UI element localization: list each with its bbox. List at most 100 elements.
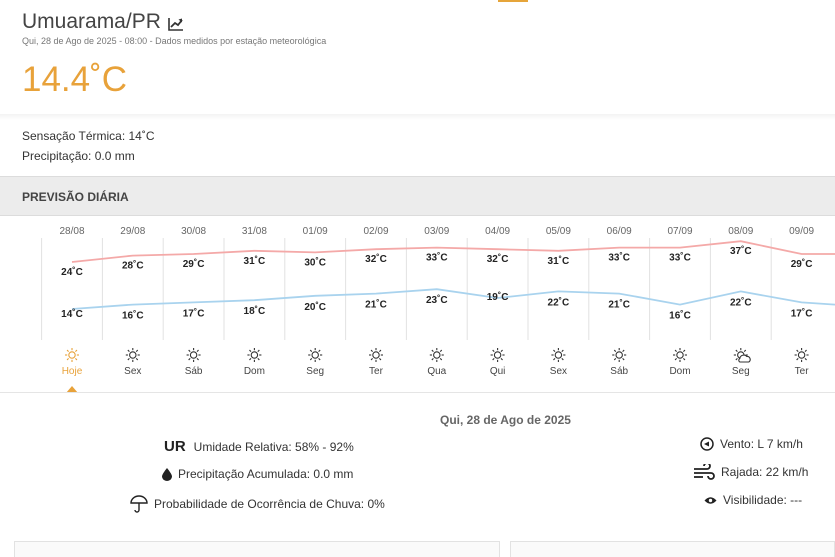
sun-icon bbox=[186, 348, 201, 362]
day-label: Ter bbox=[795, 366, 810, 377]
sun-icon bbox=[551, 348, 566, 362]
forecast-date: 28/08 bbox=[59, 226, 84, 237]
forecast-date: 06/09 bbox=[607, 226, 632, 237]
min-temp-label: 17˚C bbox=[791, 307, 813, 319]
gust-row: Rajada: 22 km/h bbox=[693, 464, 808, 480]
day-label: Sex bbox=[550, 366, 567, 377]
visibility-text: Visibilidade: --- bbox=[723, 493, 803, 507]
min-temp-label: 16˚C bbox=[669, 310, 691, 322]
forecast-date: 08/09 bbox=[728, 226, 753, 237]
wind-text: Vento: L 7 km/h bbox=[720, 437, 803, 451]
daily-forecast-chart: 28/08 24˚C 14˚C Hoje 29/08 28˚C 16˚C Sex 30/08 29… bbox=[0, 216, 835, 394]
max-temp-label: 31˚C bbox=[548, 255, 570, 267]
day-label: Seg bbox=[732, 366, 750, 377]
daily-forecast-header: PREVISÃO DIÁRIA bbox=[0, 176, 835, 216]
forecast-date: 30/08 bbox=[181, 226, 206, 237]
min-temp-label: 19˚C bbox=[487, 291, 509, 303]
precip-acc-row: Precipitação Acumulada: 0.0 mm bbox=[162, 467, 353, 481]
sun-icon bbox=[125, 348, 140, 362]
forecast-date: 31/08 bbox=[242, 226, 267, 237]
wind-direction-icon bbox=[700, 437, 714, 451]
feels-like: Sensação Térmica: 14˚C bbox=[22, 129, 155, 143]
day-label: Dom bbox=[669, 366, 690, 377]
sun-icon bbox=[247, 348, 262, 362]
ur-label: UR bbox=[164, 438, 186, 455]
max-temp-label: 31˚C bbox=[244, 255, 266, 267]
sun-icon bbox=[429, 348, 444, 362]
max-temp-label: 33˚C bbox=[608, 252, 630, 264]
max-temp-label: 28˚C bbox=[122, 260, 144, 272]
precip-acc-text: Precipitação Acumulada: 0.0 mm bbox=[178, 467, 354, 481]
bottom-card-left bbox=[14, 541, 500, 557]
forecast-chart-svg: 28/08 24˚C 14˚C Hoje 29/08 28˚C 16˚C Sex 30/08 29… bbox=[41, 226, 835, 377]
wind-gust-icon bbox=[693, 464, 715, 480]
detail-date: Qui, 28 de Ago de 2025 bbox=[440, 413, 571, 427]
subtitle: Qui, 28 de Ago de 2025 - 08:00 - Dados m… bbox=[22, 36, 327, 46]
min-temp-label: 21˚C bbox=[608, 299, 630, 311]
min-temp-label: 16˚C bbox=[122, 310, 144, 322]
day-label: Sáb bbox=[185, 366, 203, 377]
max-temp-label: 30˚C bbox=[304, 256, 326, 268]
min-temp-label: 14˚C bbox=[61, 308, 83, 320]
rain-prob-text: Probabilidade de Ocorrência de Chuva: 0% bbox=[154, 497, 385, 511]
day-label-selected: Hoje bbox=[62, 366, 83, 377]
bottom-card-right bbox=[510, 541, 835, 557]
eye-icon bbox=[704, 496, 717, 505]
precipitation: Precipitação: 0.0 mm bbox=[22, 149, 135, 163]
rain-prob-row: Probabilidade de Ocorrência de Chuva: 0% bbox=[130, 495, 385, 513]
max-temp-label: 29˚C bbox=[183, 258, 205, 270]
chart-line-icon[interactable] bbox=[167, 14, 185, 31]
sun-icon bbox=[65, 348, 79, 362]
humidity-row: UR Umidade Relativa: 58% - 92% bbox=[164, 438, 354, 455]
sun-icon bbox=[673, 348, 687, 362]
min-temp-label: 22˚C bbox=[548, 296, 570, 308]
forecast-date: 05/09 bbox=[546, 226, 571, 237]
min-temp-label: 22˚C bbox=[730, 296, 752, 308]
daily-forecast-title: PREVISÃO DIÁRIA bbox=[22, 190, 129, 204]
umbrella-icon bbox=[130, 495, 148, 513]
max-temp-label: 32˚C bbox=[487, 253, 509, 265]
day-label: Dom bbox=[244, 366, 265, 377]
forecast-date: 01/09 bbox=[303, 226, 328, 237]
forecast-date: 09/09 bbox=[789, 226, 814, 237]
forecast-date: 03/09 bbox=[424, 226, 449, 237]
forecast-divider bbox=[0, 392, 835, 393]
day-label: Sex bbox=[124, 366, 141, 377]
sun-icon bbox=[369, 348, 383, 362]
min-temp-label: 20˚C bbox=[304, 301, 326, 313]
city-name: Umuarama/PR bbox=[22, 10, 161, 33]
max-temp-label: 33˚C bbox=[669, 252, 691, 264]
max-temp-label: 33˚C bbox=[426, 252, 448, 264]
forecast-date: 07/09 bbox=[667, 226, 692, 237]
day-label: Seg bbox=[306, 366, 324, 377]
sun-icon bbox=[308, 348, 323, 362]
max-temp-label: 32˚C bbox=[365, 253, 387, 265]
forecast-date: 02/09 bbox=[363, 226, 388, 237]
min-temp-label: 21˚C bbox=[365, 299, 387, 311]
forecast-date: 29/08 bbox=[120, 226, 145, 237]
max-temp-label: 37˚C bbox=[730, 245, 752, 257]
day-label: Sáb bbox=[610, 366, 628, 377]
humidity-text: Umidade Relativa: 58% - 92% bbox=[193, 439, 354, 454]
day-label: Qui bbox=[490, 366, 506, 377]
min-temp-label: 18˚C bbox=[244, 305, 266, 317]
sun-icon bbox=[490, 348, 505, 362]
sun-cloud-icon bbox=[733, 348, 751, 363]
day-label: Qua bbox=[427, 366, 446, 377]
min-temp-line bbox=[71, 288, 835, 310]
min-temp-label: 17˚C bbox=[183, 307, 205, 319]
sun-icon bbox=[612, 348, 627, 362]
drop-icon bbox=[162, 467, 172, 481]
header: Umuarama/PR Qui, 28 de Ago de 2025 - 08:… bbox=[0, 0, 835, 118]
sun-icon bbox=[794, 348, 809, 362]
min-temp-label: 23˚C bbox=[426, 294, 448, 306]
header-divider bbox=[0, 114, 835, 120]
max-temp-label: 29˚C bbox=[791, 258, 813, 270]
city-title: Umuarama/PR bbox=[22, 10, 185, 34]
visibility-row: Visibilidade: --- bbox=[704, 493, 802, 507]
day-label: Ter bbox=[369, 366, 384, 377]
current-temperature: 14.4˚C bbox=[22, 60, 128, 99]
gust-text: Rajada: 22 km/h bbox=[721, 465, 809, 479]
forecast-date: 04/09 bbox=[485, 226, 510, 237]
wind-row: Vento: L 7 km/h bbox=[700, 437, 803, 451]
